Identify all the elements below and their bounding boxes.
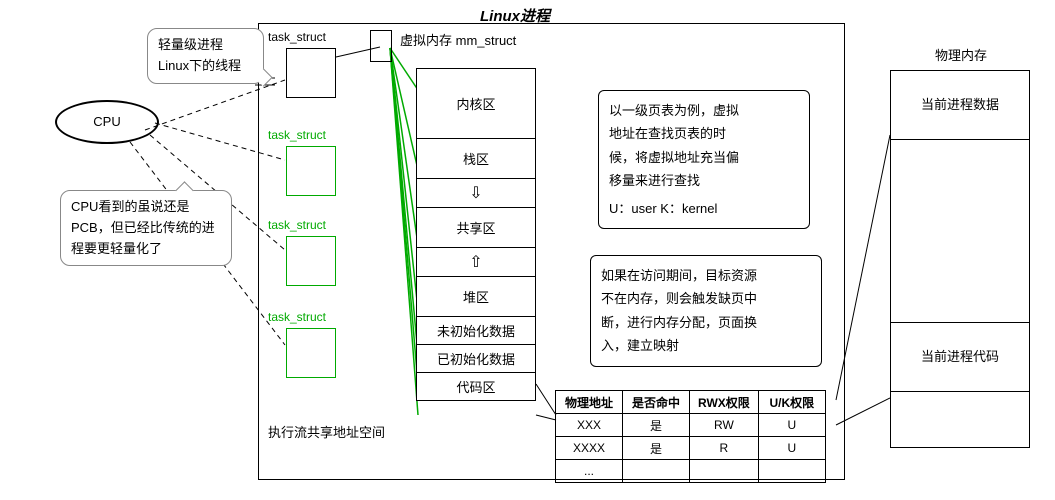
pt-r1-rwx: R [690,437,759,460]
mm-struct-box [370,30,392,62]
task-struct-box-1 [286,146,336,196]
callout-lwp: 轻量级进程 Linux下的线程 [147,28,264,84]
note1-l2: 地址在查找页表的时 [609,122,799,145]
note-page-fault: 如果在访问期间，目标资源 不在内存，则会触发缺页中 断，进行内存分配，页面换 入… [590,255,822,367]
page-table: 物理地址 是否命中 RWX权限 U/K权限 XXX 是 RW U XXXX 是 … [555,390,826,483]
pt-r2-rwx [690,460,759,483]
task-struct-label-green-2: task_struct [268,218,326,232]
task-struct-label-green-1: task_struct [268,128,326,142]
pt-r2-hit [623,460,690,483]
callout-lwp-line1: 轻量级进程 [158,35,253,56]
task-struct-box-3 [286,328,336,378]
vm-code: 代码区 [416,373,536,401]
pt-h-uk: U/K权限 [758,391,825,414]
pt-r0-uk: U [758,414,825,437]
task-struct-box-2 [286,236,336,286]
page-table-row-2: ... [556,460,826,483]
phys-data: 当前进程数据 [890,70,1030,140]
vm-column: 内核区 栈区 共享区 堆区 未初始化数据 已初始化数据 代码区 [416,68,536,401]
vm-data: 已初始化数据 [416,345,536,373]
pt-r1-uk: U [758,437,825,460]
note2-l1: 如果在访问期间，目标资源 [601,264,811,287]
page-table-header-row: 物理地址 是否命中 RWX权限 U/K权限 [556,391,826,414]
phys-gap [890,140,1030,323]
vm-stack-arrow [416,179,536,208]
phys-code: 当前进程代码 [890,323,1030,392]
exec-flow-label: 执行流共享地址空间 [268,422,385,441]
pt-r2-uk [758,460,825,483]
vm-kernel: 内核区 [416,68,536,139]
page-table-row-0: XXX 是 RW U [556,414,826,437]
vm-stack: 栈区 [416,139,536,179]
note2-l4: 入，建立映射 [601,334,811,357]
vm-heap-arrow [416,248,536,277]
vm-shared: 共享区 [416,208,536,248]
vm-heap: 堆区 [416,277,536,317]
task-struct-label-green-3: task_struct [268,310,326,324]
vm-bss: 未初始化数据 [416,317,536,345]
cpu-node: CPU [55,100,159,144]
task-struct-box-0 [286,48,336,98]
vm-title: 虚拟内存 mm_struct [400,30,516,49]
pt-r0-hit: 是 [623,414,690,437]
note1-l5: U：user K：kernel [609,197,799,220]
callout-lwp-line2: Linux下的线程 [158,56,253,77]
note2-l2: 不在内存，则会触发缺页中 [601,287,811,310]
note1-l1: 以一级页表为例，虚拟 [609,99,799,122]
note2-l3: 断，进行内存分配，页面换 [601,311,811,334]
pt-h-addr: 物理地址 [556,391,623,414]
note-page-table-lookup: 以一级页表为例，虚拟 地址在查找页表的时 候，将虚拟地址充当偏 移量来进行查找 … [598,90,810,229]
callout-pcb-text: CPU看到的虽说还是PCB，但已经比传统的进程要更轻量化了 [71,199,215,256]
task-struct-label-black: task_struct [268,30,326,44]
note1-l3: 候，将虚拟地址充当偏 [609,146,799,169]
callout-pcb: CPU看到的虽说还是PCB，但已经比传统的进程要更轻量化了 [60,190,232,266]
pt-r0-rwx: RW [690,414,759,437]
physical-memory-title: 物理内存 [935,45,987,64]
page-table-row-1: XXXX 是 R U [556,437,826,460]
pt-r1-hit: 是 [623,437,690,460]
pt-r2-addr: ... [556,460,623,483]
vm-stack-label: 栈区 [463,152,489,167]
pt-h-hit: 是否命中 [623,391,690,414]
pt-h-rwx: RWX权限 [690,391,759,414]
phys-tail [890,392,1030,448]
physical-memory-column: 当前进程数据 当前进程代码 [890,70,1030,448]
pt-r1-addr: XXXX [556,437,623,460]
note1-l4: 移量来进行查找 [609,169,799,192]
pt-r0-addr: XXX [556,414,623,437]
